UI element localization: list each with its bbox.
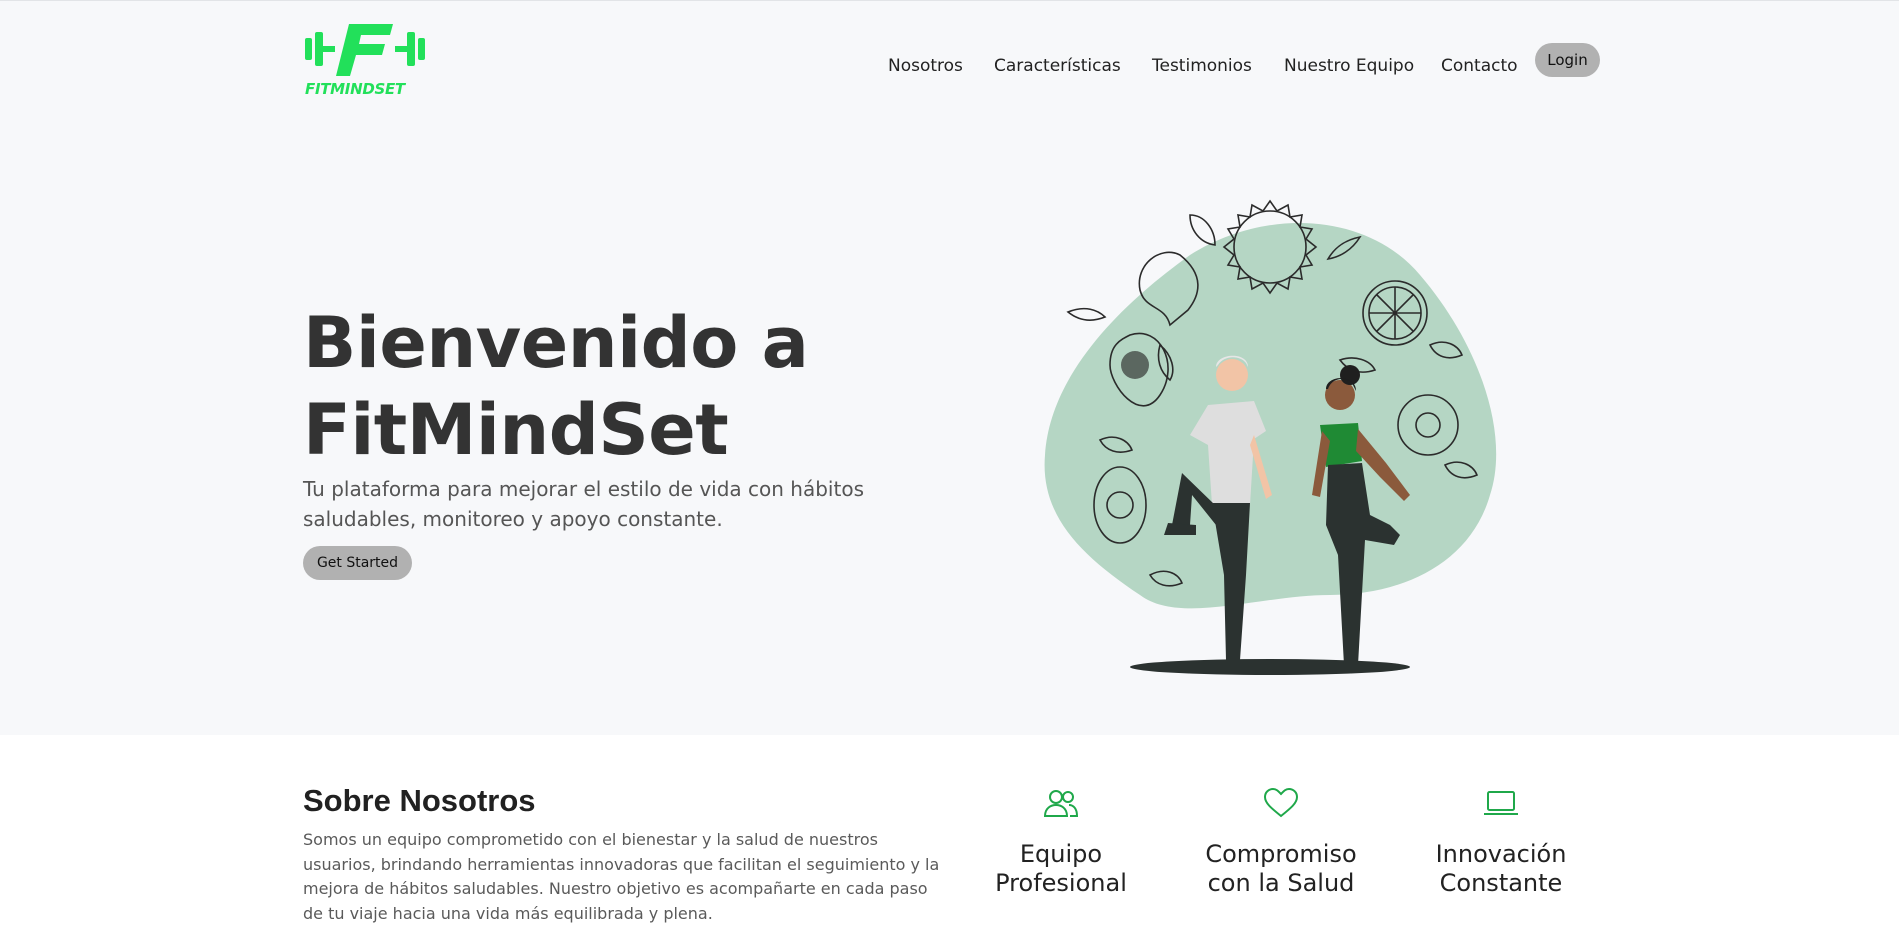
about-title: Sobre Nosotros [303, 783, 536, 818]
feature-label: Innovación Constante [1401, 840, 1601, 898]
feature-line1: Compromiso [1205, 840, 1357, 868]
hero-title: Bienvenido a FitMindSet [303, 300, 809, 474]
brand-name: FITMINDSET [305, 80, 405, 98]
feature-equipo-profesional: Equipo Profesional [961, 788, 1161, 898]
hero-section [0, 0, 1899, 735]
hero-title-line1: Bienvenido a [303, 302, 809, 384]
feature-line1: Innovación [1435, 840, 1567, 868]
hero-title-line2: FitMindSet [303, 389, 729, 471]
about-text: Somos un equipo comprometido con el bien… [303, 830, 940, 923]
feature-line2: Profesional [995, 869, 1127, 897]
nav-link-testimonios[interactable]: Testimonios [1152, 56, 1252, 76]
fitness-stretching-illustration [1044, 199, 1497, 675]
login-button[interactable]: Login [1535, 43, 1600, 77]
laptop-icon [1484, 791, 1518, 815]
feature-label: Equipo Profesional [961, 840, 1161, 898]
nav-link-contacto[interactable]: Contacto [1441, 56, 1518, 76]
feature-line2: con la Salud [1207, 869, 1355, 897]
hero-subtitle: Tu plataforma para mejorar el estilo de … [303, 477, 864, 531]
nav-link-nosotros[interactable]: Nosotros [888, 56, 963, 76]
heart-icon [1263, 788, 1299, 818]
feature-line2: Constante [1439, 869, 1563, 897]
feature-label: Compromiso con la Salud [1181, 840, 1381, 898]
people-icon [1043, 790, 1079, 817]
nav-link-caracteristicas[interactable]: Características [994, 56, 1121, 76]
nav-link-nuestro-equipo[interactable]: Nuestro Equipo [1284, 56, 1414, 76]
feature-compromiso-salud: Compromiso con la Salud [1181, 788, 1381, 898]
feature-innovacion-constante: Innovación Constante [1401, 788, 1601, 898]
get-started-button[interactable]: Get Started [303, 546, 412, 580]
feature-line1: Equipo [1019, 840, 1103, 868]
